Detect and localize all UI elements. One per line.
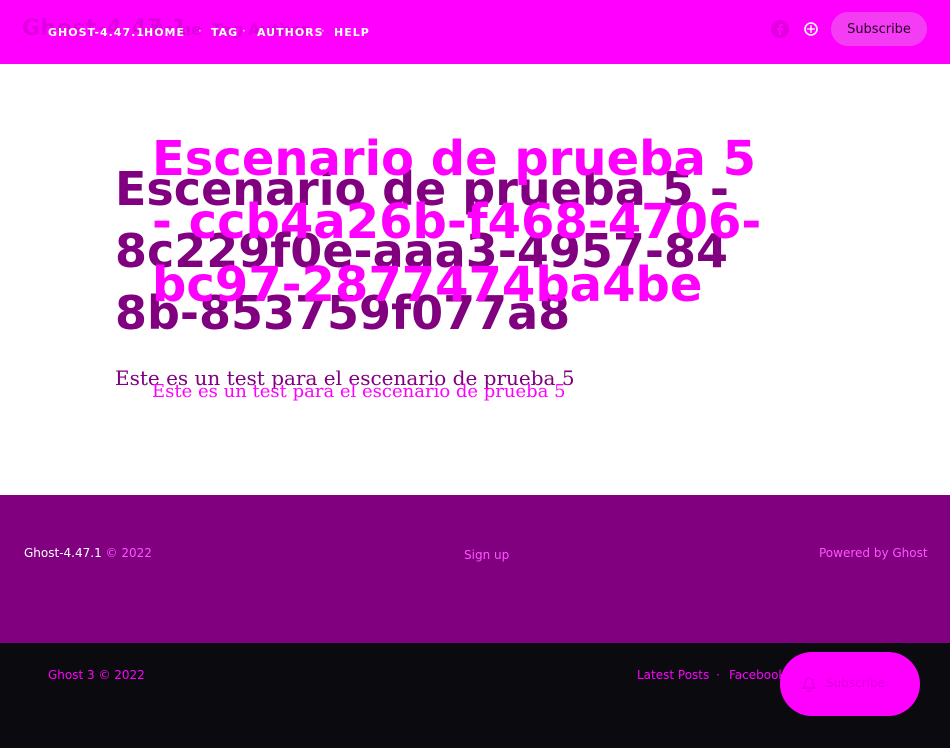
footer-link-latest-posts[interactable]: Latest Posts — [637, 668, 709, 682]
footer-link-twitter[interactable]: Twitter — [807, 668, 847, 682]
footer-site-link[interactable]: Ghost-4.47.1 — [24, 546, 102, 560]
nav-separator: · — [198, 24, 202, 38]
nav-home[interactable]: HOME — [144, 26, 185, 39]
site-footer — [0, 495, 950, 643]
nav-help[interactable]: HELP — [334, 26, 370, 39]
secondary-footer-copyright: Ghost 3 © 2022 — [48, 668, 145, 682]
footer-link-separator: · — [794, 668, 798, 682]
footer-signup-link[interactable]: Sign up — [464, 548, 509, 562]
footer-link-ghost[interactable]: Ghost — [867, 668, 902, 682]
nav-separator: · — [321, 24, 325, 38]
nav-authors[interactable]: AUTHORS — [257, 26, 324, 39]
post-excerpt-overlay: Este es un test para el escenario de pru… — [152, 381, 566, 402]
footer-year: © 2022 — [105, 546, 152, 560]
twitter-icon[interactable] — [801, 19, 821, 39]
footer-link-separator: · — [856, 668, 860, 682]
subscribe-button[interactable]: Subscribe — [831, 12, 927, 46]
facebook-icon[interactable] — [770, 19, 790, 39]
post-title-overlay[interactable]: Escenario de prueba 5 - ccb4a26b-f468-47… — [152, 128, 792, 317]
powered-by-ghost-link[interactable]: Powered by Ghost — [819, 546, 928, 560]
nav-separator: · — [242, 24, 246, 38]
nav-tag[interactable]: TAG — [211, 26, 238, 39]
footer-copyright: Ghost-4.47.1 © 2022 — [24, 546, 152, 560]
site-title[interactable]: GHOST-4.47.1 — [48, 26, 145, 39]
footer-link-facebook[interactable]: Facebook — [729, 668, 785, 682]
footer-link-separator: · — [716, 668, 720, 682]
